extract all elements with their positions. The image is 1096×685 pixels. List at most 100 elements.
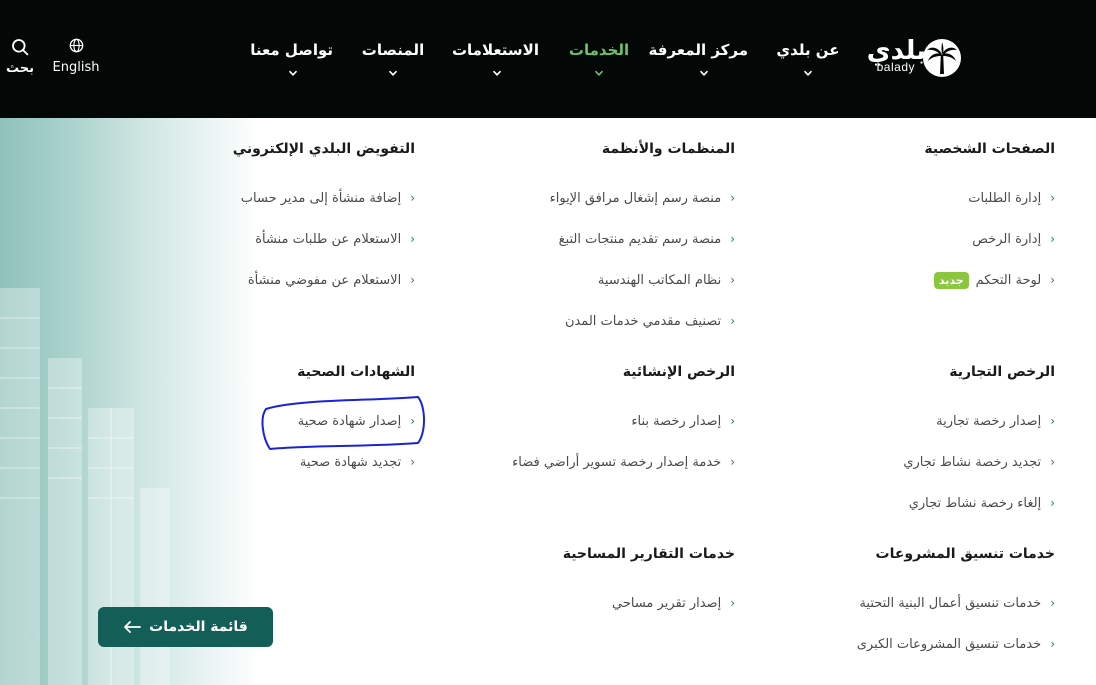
nav-about-balady[interactable]: عن بلدي bbox=[775, 40, 841, 88]
section-title: المنظمات والأنظمة bbox=[601, 141, 735, 157]
list-item: ‹ تصنيف مقدمي خدمات المدن bbox=[550, 311, 735, 352]
chevron-left-icon: ‹ bbox=[410, 414, 415, 428]
section-title: الرخص الإنشائية bbox=[622, 364, 735, 380]
section-title: التفويض البلدي الإلكتروني bbox=[232, 141, 415, 157]
link-manage-licenses[interactable]: إدارة الرخص bbox=[972, 232, 1041, 247]
link-city-service-providers[interactable]: تصنيف مقدمي خدمات المدن bbox=[565, 314, 721, 329]
list-item: ‹ تجديد شهادة صحية bbox=[297, 452, 415, 493]
link-accommodation-fee-platform[interactable]: منصة رسم إشغال مرافق الإيواء bbox=[550, 191, 722, 206]
balady-logo[interactable]: بلدي balady bbox=[866, 38, 962, 78]
nav-label: المنصات bbox=[361, 41, 425, 59]
search-button[interactable]: بحث bbox=[4, 38, 36, 76]
chevron-down-icon bbox=[288, 70, 298, 76]
nav-platforms[interactable]: المنصات bbox=[359, 40, 427, 88]
section-title: الشهادات الصحية bbox=[297, 364, 415, 380]
link-renew-commercial-license[interactable]: تجديد رخصة نشاط تجاري bbox=[903, 455, 1041, 470]
nav-knowledge-center[interactable]: مركز المعرفة bbox=[649, 40, 748, 88]
section-health-certificates: الشهادات الصحية ‹ إصدار شهادة صحية ‹ تجديد… bbox=[297, 362, 415, 493]
link-tobacco-fee-platform[interactable]: منصة رسم تقديم منتجات التبغ bbox=[559, 232, 722, 247]
list-item: ‹ خدمات تنسيق المشروعات الكبرى bbox=[857, 634, 1055, 675]
chevron-down-icon bbox=[594, 70, 604, 76]
link-issue-health-certificate[interactable]: إصدار شهادة صحية bbox=[298, 414, 401, 429]
decorative-city-background bbox=[0, 118, 260, 685]
link-issue-survey-report[interactable]: إصدار تقرير مساحي bbox=[612, 596, 721, 611]
chevron-left-icon: ‹ bbox=[410, 273, 415, 287]
chevron-left-icon: ‹ bbox=[410, 191, 415, 205]
top-navigation-bar: بلدي balady عن بلدي مركز المعرفة الخدمات… bbox=[0, 0, 1096, 118]
logo-text-english: balady bbox=[876, 60, 915, 74]
services-list-button[interactable]: قائمة الخدمات bbox=[98, 607, 273, 647]
section-e-authorization: التفويض البلدي الإلكتروني ‹ إضافة منشأة إ… bbox=[233, 139, 415, 311]
link-major-projects-coordination[interactable]: خدمات تنسيق المشروعات الكبرى bbox=[857, 637, 1041, 652]
section-construction-licenses: الرخص الإنشائية ‹ إصدار رخصة بناء ‹ خدمة إ… bbox=[512, 362, 735, 493]
search-icon bbox=[12, 39, 29, 56]
chevron-down-icon bbox=[388, 70, 398, 76]
chevron-left-icon: ‹ bbox=[1050, 232, 1055, 246]
section-project-coordination: خدمات تنسيق المشروعات ‹ خدمات تنسيق أعمال… bbox=[857, 544, 1055, 675]
chevron-left-icon: ‹ bbox=[1050, 191, 1055, 205]
link-issue-commercial-license[interactable]: إصدار رخصة تجارية bbox=[936, 414, 1041, 429]
list-item: ‹ تجديد رخصة نشاط تجاري bbox=[903, 452, 1055, 493]
link-issue-building-license[interactable]: إصدار رخصة بناء bbox=[631, 414, 721, 429]
section-title: خدمات التقارير المساحية bbox=[562, 546, 735, 562]
globe-icon bbox=[69, 38, 83, 53]
link-infrastructure-coordination[interactable]: خدمات تنسيق أعمال البنية التحتية bbox=[859, 596, 1041, 611]
link-dashboard[interactable]: لوحة التحكم bbox=[976, 273, 1042, 288]
chevron-left-icon: ‹ bbox=[1050, 596, 1055, 610]
list-item: ‹ الاستعلام عن مفوضي منشأة bbox=[233, 270, 415, 311]
chevron-left-icon: ‹ bbox=[1050, 455, 1055, 469]
chevron-down-icon bbox=[803, 70, 813, 76]
chevron-left-icon: ‹ bbox=[1050, 496, 1055, 510]
nav-label: عن بلدي bbox=[776, 41, 840, 59]
link-cancel-commercial-license[interactable]: إلغاء رخصة نشاط تجاري bbox=[909, 496, 1042, 511]
section-commercial-licenses: الرخص التجارية ‹ إصدار رخصة تجارية ‹ تجديد… bbox=[903, 362, 1055, 534]
section-title: خدمات تنسيق المشروعات bbox=[875, 546, 1055, 562]
chevron-left-icon: ‹ bbox=[730, 314, 735, 328]
nav-label: تواصل معنا bbox=[250, 41, 333, 59]
chevron-left-icon: ‹ bbox=[730, 273, 735, 287]
chevron-left-icon: ‹ bbox=[730, 191, 735, 205]
link-add-establishment[interactable]: إضافة منشأة إلى مدير حساب bbox=[241, 191, 401, 206]
chevron-left-icon: ‹ bbox=[730, 414, 735, 428]
list-item: ‹ الاستعلام عن طلبات منشأة bbox=[233, 229, 415, 270]
link-establishment-requests[interactable]: الاستعلام عن طلبات منشأة bbox=[255, 232, 401, 247]
link-engineering-offices[interactable]: نظام المكاتب الهندسية bbox=[598, 273, 721, 288]
chevron-left-icon: ‹ bbox=[410, 232, 415, 246]
nav-contact-us[interactable]: تواصل معنا bbox=[250, 40, 333, 88]
list-item: ‹ منصة رسم تقديم منتجات التبغ bbox=[550, 229, 735, 270]
list-item: ‹ خدمة إصدار رخصة تسوير أراضي فضاء bbox=[512, 452, 735, 493]
list-item: ‹ إصدار تقرير مساحي bbox=[563, 593, 735, 634]
arrow-left-icon bbox=[124, 621, 142, 633]
nav-services[interactable]: الخدمات bbox=[566, 40, 632, 88]
link-renew-health-certificate[interactable]: تجديد شهادة صحية bbox=[300, 455, 401, 470]
nav-label: الاستعلامات bbox=[451, 41, 539, 59]
buildings-illustration bbox=[0, 288, 170, 685]
list-item: ‹ إلغاء رخصة نشاط تجاري bbox=[903, 493, 1055, 534]
section-title: الرخص التجارية bbox=[949, 364, 1055, 380]
chevron-left-icon: ‹ bbox=[730, 455, 735, 469]
section-regulations-systems: المنظمات والأنظمة ‹ منصة رسم إشغال مرافق … bbox=[550, 139, 735, 352]
chevron-left-icon: ‹ bbox=[730, 232, 735, 246]
section-title: الصفحات الشخصية bbox=[924, 141, 1055, 157]
list-item: ‹ منصة رسم إشغال مرافق الإيواء bbox=[550, 188, 735, 229]
list-item: ‹ نظام المكاتب الهندسية bbox=[550, 270, 735, 311]
link-manage-requests[interactable]: إدارة الطلبات bbox=[968, 191, 1041, 206]
chevron-left-icon: ‹ bbox=[410, 455, 415, 469]
link-establishment-delegates[interactable]: الاستعلام عن مفوضي منشأة bbox=[248, 273, 401, 288]
chevron-left-icon: ‹ bbox=[1050, 637, 1055, 651]
list-item: ‹ إدارة الرخص bbox=[924, 229, 1055, 270]
chevron-down-icon bbox=[699, 70, 709, 76]
chevron-left-icon: ‹ bbox=[1050, 273, 1055, 287]
chevron-down-icon bbox=[492, 70, 502, 76]
nav-inquiries[interactable]: الاستعلامات bbox=[451, 40, 539, 88]
list-item: ‹ خدمات تنسيق أعمال البنية التحتية bbox=[857, 593, 1055, 634]
services-list-label: قائمة الخدمات bbox=[149, 619, 248, 635]
section-personal-pages: الصفحات الشخصية ‹ إدارة الطلبات ‹ إدارة ال… bbox=[924, 139, 1055, 311]
list-item: ‹ إصدار رخصة بناء bbox=[512, 411, 735, 452]
list-item: ‹ إضافة منشأة إلى مدير حساب bbox=[233, 188, 415, 229]
language-switch[interactable]: English bbox=[48, 38, 104, 75]
list-item: ‹ لوحة التحكم جديد bbox=[924, 270, 1055, 311]
nav-label: الخدمات bbox=[568, 41, 630, 59]
new-badge: جديد bbox=[933, 272, 969, 289]
link-land-fencing-license[interactable]: خدمة إصدار رخصة تسوير أراضي فضاء bbox=[512, 455, 721, 470]
